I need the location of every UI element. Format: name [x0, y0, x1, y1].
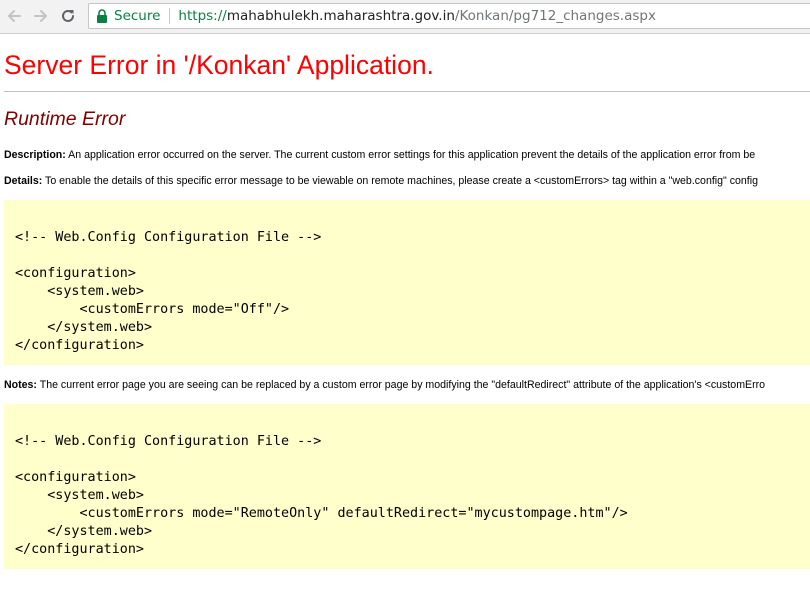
notes-label: Notes:: [4, 379, 37, 391]
back-button[interactable]: [4, 6, 24, 26]
back-arrow-icon: [8, 10, 21, 22]
address-bar[interactable]: Secure https://mahabhulekh.maharashtra.g…: [88, 3, 810, 29]
browser-toolbar: Secure https://mahabhulekh.maharashtra.g…: [0, 0, 810, 34]
reload-icon: [62, 9, 74, 22]
url-scheme: https://: [178, 8, 227, 24]
reload-button[interactable]: [58, 6, 78, 26]
forward-arrow-icon: [34, 10, 47, 22]
notes-line: Notes: The current error page you are se…: [4, 379, 765, 391]
page-content: Server Error in '/Konkan' Application. R…: [0, 34, 810, 598]
url-host: mahabhulekh.maharashtra.gov.in: [226, 8, 455, 24]
code-block-remote-only-text: <!-- Web.Config Configuration File --> <…: [15, 434, 628, 557]
error-subtitle: Runtime Error: [4, 108, 126, 130]
lock-icon[interactable]: [96, 9, 108, 23]
page-title: Server Error in '/Konkan' Application.: [4, 50, 434, 80]
code-block-off-text: <!-- Web.Config Configuration File --> <…: [15, 230, 322, 353]
url-path: /Konkan/pg712_changes.aspx: [454, 8, 656, 24]
details-label: Details:: [4, 175, 43, 187]
notes-text: The current error page you are seeing ca…: [36, 379, 766, 391]
forward-button[interactable]: [31, 6, 51, 26]
description-text: An application error occurred on the ser…: [65, 149, 756, 161]
details-line: Details: To enable the details of this s…: [4, 175, 758, 187]
title-divider: [4, 91, 810, 92]
description-line: Description: An application error occurr…: [4, 149, 755, 161]
code-block-remote-only: <!-- Web.Config Configuration File --> <…: [4, 404, 810, 569]
secure-label[interactable]: Secure: [114, 8, 160, 24]
description-label: Description:: [4, 149, 66, 161]
details-text: To enable the details of this specific e…: [42, 175, 758, 187]
code-block-off: <!-- Web.Config Configuration File --> <…: [4, 200, 810, 365]
address-separator: [169, 8, 171, 24]
